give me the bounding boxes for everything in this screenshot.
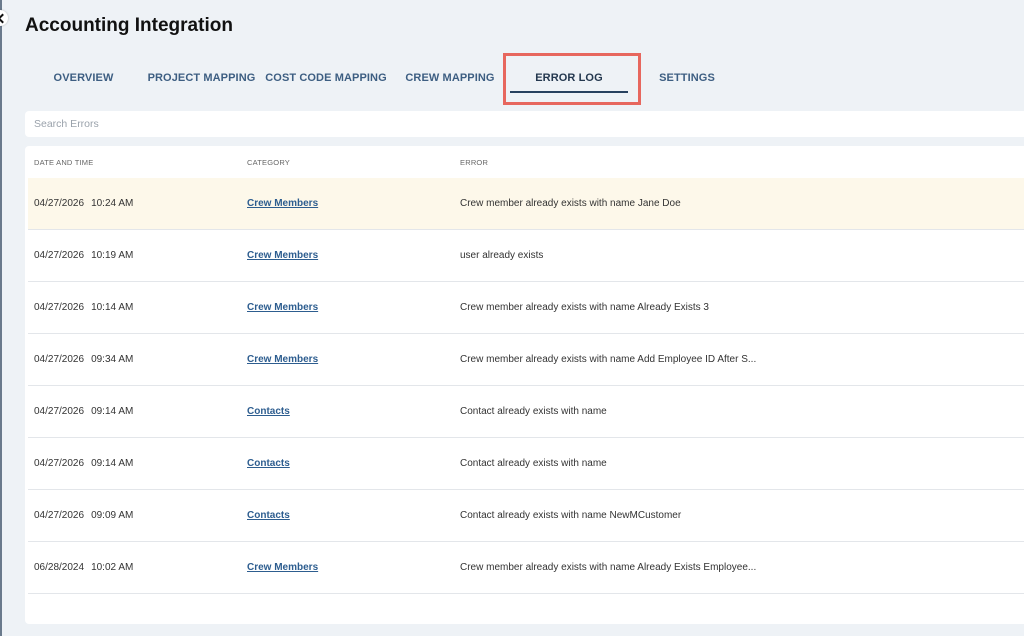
category-link[interactable]: Contacts bbox=[247, 406, 290, 417]
category-link[interactable]: Contacts bbox=[247, 510, 290, 521]
date-time-cell: 04/27/2026 09:14 AM bbox=[34, 386, 133, 437]
date-text: 04/27/2026 bbox=[34, 510, 85, 521]
chevron-left-icon[interactable] bbox=[0, 10, 8, 26]
time-text: 10:24 AM bbox=[91, 198, 134, 209]
date-text: 04/27/2026 bbox=[34, 406, 85, 417]
tab-cost-code-mapping[interactable]: COST CODE MAPPING bbox=[262, 52, 390, 104]
error-log-table: DATE AND TIME CATEGORY ERROR 04/27/2026 1… bbox=[25, 146, 1024, 624]
time-text: 10:02 AM bbox=[91, 562, 134, 573]
tab-overview[interactable]: OVERVIEW bbox=[42, 52, 125, 104]
category-cell: Contacts bbox=[247, 490, 290, 541]
search-input[interactable] bbox=[25, 117, 1024, 131]
category-cell: Crew Members bbox=[247, 178, 318, 229]
column-header-category[interactable]: CATEGORY bbox=[247, 158, 290, 167]
table-row[interactable]: 04/27/2026 10:24 AM Crew Members Crew mem… bbox=[28, 178, 1024, 230]
table-row[interactable]: 04/27/2026 09:09 AM Contacts Contact alre… bbox=[28, 490, 1024, 542]
tab-project-mapping[interactable]: PROJECT MAPPING bbox=[145, 52, 258, 104]
date-text: 04/27/2026 bbox=[34, 198, 85, 209]
category-cell: Contacts bbox=[247, 438, 290, 489]
date-time-cell: 04/27/2026 10:14 AM bbox=[34, 282, 133, 333]
error-message: Crew member already exists with name Alr… bbox=[460, 562, 757, 573]
column-header-error[interactable]: ERROR bbox=[460, 158, 488, 167]
time-text: 10:19 AM bbox=[91, 250, 134, 261]
category-cell: Crew Members bbox=[247, 334, 318, 385]
time-text: 10:14 AM bbox=[91, 302, 134, 313]
category-cell: Crew Members bbox=[247, 542, 318, 593]
date-time-cell: 04/27/2026 09:09 AM bbox=[34, 490, 133, 541]
time-text: 09:09 AM bbox=[91, 510, 134, 521]
category-link[interactable]: Crew Members bbox=[247, 302, 318, 313]
table-row[interactable]: 04/27/2026 09:14 AM Contacts Contact alre… bbox=[28, 438, 1024, 490]
table-row[interactable]: 06/28/2024 10:02 AM Crew Members Crew mem… bbox=[28, 542, 1024, 594]
column-header-date-time[interactable]: DATE AND TIME bbox=[34, 158, 93, 167]
category-link[interactable]: Crew Members bbox=[247, 562, 318, 573]
error-message: Contact already exists with name bbox=[460, 458, 607, 469]
date-time-cell: 04/27/2026 09:14 AM bbox=[34, 438, 133, 489]
tab-settings[interactable]: SETTINGS bbox=[648, 52, 726, 104]
tab-bar: OVERVIEW PROJECT MAPPING COST CODE MAPPI… bbox=[0, 52, 1024, 104]
category-cell: Crew Members bbox=[247, 230, 318, 281]
tab-error-log[interactable]: ERROR LOG bbox=[510, 52, 628, 104]
category-link[interactable]: Crew Members bbox=[247, 250, 318, 261]
time-text: 09:14 AM bbox=[91, 458, 134, 469]
date-time-cell: 06/28/2024 10:02 AM bbox=[34, 542, 133, 593]
date-text: 04/27/2026 bbox=[34, 354, 85, 365]
date-text: 04/27/2026 bbox=[34, 302, 85, 313]
category-link[interactable]: Crew Members bbox=[247, 354, 318, 365]
active-tab-underline bbox=[510, 91, 628, 93]
error-message: Crew member already exists with name Add… bbox=[460, 354, 757, 365]
tab-crew-mapping[interactable]: CREW MAPPING bbox=[400, 52, 500, 104]
time-text: 09:14 AM bbox=[91, 406, 134, 417]
date-text: 04/27/2026 bbox=[34, 250, 85, 261]
date-text: 04/27/2026 bbox=[34, 458, 85, 469]
category-cell: Crew Members bbox=[247, 282, 318, 333]
table-row[interactable]: 04/27/2026 09:34 AM Crew Members Crew mem… bbox=[28, 334, 1024, 386]
table-row[interactable]: 04/27/2026 10:19 AM Crew Members user alr… bbox=[28, 230, 1024, 282]
search-bar bbox=[25, 111, 1024, 137]
error-message: Crew member already exists with name Jan… bbox=[460, 198, 681, 209]
error-message: Crew member already exists with name Alr… bbox=[460, 302, 709, 313]
category-link[interactable]: Contacts bbox=[247, 458, 290, 469]
table-row[interactable]: 04/27/2026 10:14 AM Crew Members Crew mem… bbox=[28, 282, 1024, 334]
time-text: 09:34 AM bbox=[91, 354, 134, 365]
page-title: Accounting Integration bbox=[25, 15, 233, 36]
error-message: user already exists bbox=[460, 250, 544, 261]
category-link[interactable]: Crew Members bbox=[247, 198, 318, 209]
date-time-cell: 04/27/2026 09:34 AM bbox=[34, 334, 133, 385]
date-time-cell: 04/27/2026 10:19 AM bbox=[34, 230, 133, 281]
date-time-cell: 04/27/2026 10:24 AM bbox=[34, 178, 133, 229]
error-message: Contact already exists with name bbox=[460, 406, 607, 417]
date-text: 06/28/2024 bbox=[34, 562, 85, 573]
table-row[interactable]: 04/27/2026 09:14 AM Contacts Contact alre… bbox=[28, 386, 1024, 438]
category-cell: Contacts bbox=[247, 386, 290, 437]
error-message: Contact already exists with name NewMCus… bbox=[460, 510, 682, 521]
table-header: DATE AND TIME CATEGORY ERROR bbox=[28, 146, 1024, 179]
